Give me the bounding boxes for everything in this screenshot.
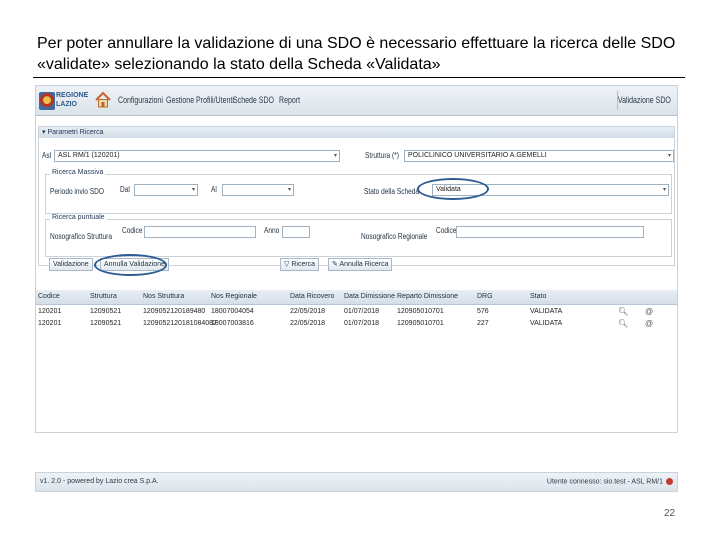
logo-text-lazio: LAZIO <box>56 101 77 108</box>
nosografico-struttura-codice-input[interactable] <box>144 226 256 238</box>
nav-gestione-profili-utenti[interactable]: Gestione Profili/Utenti <box>166 95 234 105</box>
nosografico-regionale-codice-input[interactable] <box>456 226 644 238</box>
cell-struttura: 12090521 <box>90 320 122 327</box>
nav-validazione-sdo[interactable]: Validazione SDO <box>618 95 671 105</box>
col-data-ricovero[interactable]: Data Ricovero <box>290 293 334 300</box>
anno-label: Anno <box>264 226 280 235</box>
chevron-down-icon: ▾ <box>662 187 666 193</box>
at-icon[interactable]: @ <box>645 319 653 328</box>
top-nav-bar: REGIONE LAZIO Configurazioni Gestione Pr… <box>36 86 677 116</box>
codice-regionale-label: Codice <box>436 226 457 235</box>
regione-lazio-logo: REGIONE LAZIO <box>39 90 88 112</box>
nosografico-regionale-label: Nosografico Regionale <box>361 232 428 241</box>
stato-validata-highlight <box>417 178 489 200</box>
footer-version: v1. 2.0 - powered by Lazio crea S.p.A. <box>40 478 159 485</box>
cell-reparto-dimissione: 120905010701 <box>397 308 444 315</box>
chevron-down-icon: ▾ <box>667 153 671 159</box>
col-stato[interactable]: Stato <box>530 293 546 300</box>
cell-codice: 120201 <box>38 308 62 315</box>
cell-drg: 576 <box>477 308 489 315</box>
logout-icon[interactable] <box>666 478 673 485</box>
ricerca-button-label: Ricerca <box>291 261 316 268</box>
app-footer: v1. 2.0 - powered by Lazio crea S.p.A. U… <box>35 472 678 492</box>
cell-nos-regionale: 18007003816 <box>211 320 254 327</box>
col-nos-regionale[interactable]: Nos Regionale <box>211 293 257 300</box>
nosografico-struttura-label: Nosografico Struttura <box>50 232 112 241</box>
nav-configurazioni[interactable]: Configurazioni <box>118 95 163 105</box>
slide-caption: Per poter annullare la validazione di un… <box>37 35 676 73</box>
table-row[interactable]: 120201 12090521 1209052120181084087 1800… <box>36 319 677 330</box>
ricerca-puntuale-group: Ricerca puntuale Nosografico Struttura C… <box>45 214 672 257</box>
annulla-ricerca-button-label: Annulla Ricerca <box>339 261 389 268</box>
cell-drg: 227 <box>477 320 489 327</box>
annulla-validazione-highlight <box>94 254 167 276</box>
ricerca-massiva-legend: Ricerca Massiva <box>50 169 106 176</box>
search-params-panel: ▾ Parametri Ricerca Asl ASL RM/1 (120201… <box>38 126 675 266</box>
table-row[interactable]: 120201 12090521 1209052120189480 1800700… <box>36 307 677 318</box>
al-label: Al <box>211 185 217 194</box>
col-data-dimissione[interactable]: Data Dimissione <box>344 293 395 300</box>
ricerca-puntuale-legend: Ricerca puntuale <box>50 214 107 221</box>
ricerca-button[interactable]: ▽ Ricerca <box>280 258 320 271</box>
cell-data-dimissione: 01/07/2018 <box>344 320 380 327</box>
col-reparto-dimissione[interactable]: Reparto Dimissione <box>397 293 458 300</box>
cell-data-ricovero: 22/05/2018 <box>290 308 326 315</box>
ricerca-massiva-group: Ricerca Massiva Periodo invio SDO Dal ▾ … <box>45 169 672 214</box>
nav-report[interactable]: Report <box>279 95 300 105</box>
chevron-down-icon: ▾ <box>287 187 291 193</box>
home-icon[interactable] <box>94 91 112 109</box>
col-drg[interactable]: DRG <box>477 293 493 300</box>
cell-reparto-dimissione: 120905010701 <box>397 320 444 327</box>
region-emblem-icon <box>39 92 55 110</box>
cell-data-ricovero: 22/05/2018 <box>290 320 326 327</box>
footer-user-text: Utente connesso: sio.test - ASL RM/1 <box>546 478 663 486</box>
validazione-button[interactable]: Validazione <box>49 258 93 271</box>
struttura-label: Struttura (*) <box>365 151 399 160</box>
dal-date-field[interactable]: ▾ <box>134 184 198 196</box>
magnifier-icon[interactable]: 🔍︎ <box>618 307 628 316</box>
codice-label: Codice <box>122 226 143 235</box>
caption-divider <box>33 77 685 78</box>
app-window: REGIONE LAZIO Configurazioni Gestione Pr… <box>35 85 678 433</box>
cell-stato: VALIDATA <box>530 308 563 315</box>
anno-input[interactable] <box>282 226 310 238</box>
chevron-down-icon: ▾ <box>191 187 195 193</box>
annulla-ricerca-button[interactable]: ✎ Annulla Ricerca <box>328 258 393 271</box>
cell-nos-struttura: 1209052120181084087 <box>143 320 217 327</box>
asl-select[interactable]: ASL RM/1 (120201) ▾ <box>54 150 340 162</box>
cell-nos-struttura: 1209052120189480 <box>143 308 206 315</box>
panel-title[interactable]: ▾ Parametri Ricerca <box>39 127 674 138</box>
nav-schede-sdo[interactable]: Schede SDO <box>233 95 274 105</box>
periodo-invio-label: Periodo invio SDO <box>50 187 104 196</box>
asl-label: Asl <box>42 151 52 160</box>
cell-codice: 120201 <box>38 320 62 327</box>
cell-stato: VALIDATA <box>530 320 563 327</box>
page-number: 22 <box>664 508 676 519</box>
al-date-field[interactable]: ▾ <box>222 184 294 196</box>
chevron-down-icon: ▾ <box>333 153 337 159</box>
at-icon[interactable]: @ <box>645 307 653 316</box>
magnifier-icon[interactable]: 🔍︎ <box>618 319 628 328</box>
col-nos-struttura[interactable]: Nos Struttura <box>143 293 184 300</box>
struttura-select-value: POLICLINICO UNIVERSITARIO A.GEMELLI <box>408 152 547 159</box>
footer-user: Utente connesso: sio.test - ASL RM/1 <box>547 478 673 485</box>
table-header: Codice Struttura Nos Struttura Nos Regio… <box>36 290 677 305</box>
cell-struttura: 12090521 <box>90 308 122 315</box>
struttura-select[interactable]: POLICLINICO UNIVERSITARIO A.GEMELLI ▾ <box>404 150 674 162</box>
col-codice[interactable]: Codice <box>38 293 60 300</box>
cell-nos-regionale: 18007004054 <box>211 308 254 315</box>
cell-data-dimissione: 01/07/2018 <box>344 308 380 315</box>
col-struttura[interactable]: Struttura <box>90 293 117 300</box>
stato-scheda-label: Stato della Scheda <box>364 187 420 196</box>
dal-label: Dal <box>120 185 130 194</box>
logo-text-regione: REGIONE <box>56 92 89 99</box>
asl-select-value: ASL RM/1 (120201) <box>58 152 120 159</box>
